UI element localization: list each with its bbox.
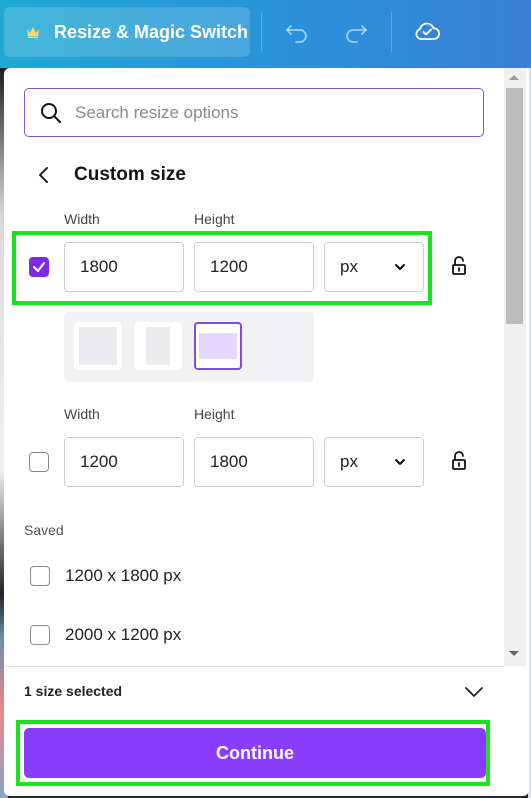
saved-item-checkbox[interactable] <box>30 566 50 586</box>
landscape-shape <box>199 333 237 359</box>
height-label: Height <box>194 406 235 422</box>
saved-section-label: Saved <box>24 522 64 538</box>
unit-value-2: px <box>340 452 358 471</box>
chevron-down-icon[interactable] <box>462 680 486 704</box>
footer-divider <box>4 666 504 667</box>
portrait-shape <box>146 327 170 365</box>
resize-magic-switch-button[interactable]: Resize & Magic Switch <box>4 7 250 57</box>
unit-select-1[interactable]: px <box>324 242 424 292</box>
search-box[interactable] <box>24 88 484 137</box>
search-input[interactable] <box>75 102 455 123</box>
width-label: Width <box>64 211 100 227</box>
orientation-landscape[interactable] <box>194 322 242 370</box>
height-field-1[interactable] <box>194 242 314 292</box>
saved-item-label: 1200 x 1800 px <box>65 566 182 585</box>
cloud-saved-icon[interactable] <box>413 17 441 45</box>
undo-icon[interactable] <box>283 18 311 46</box>
scroll-up-arrow-icon[interactable] <box>509 75 519 80</box>
scrollbar-thumb[interactable] <box>506 88 523 324</box>
unlock-icon[interactable] <box>450 256 468 276</box>
saved-item-label: 2000 x 1200 px <box>65 625 182 644</box>
unit-value-1: px <box>340 257 358 276</box>
editor-topbar: Resize & Magic Switch <box>0 0 531 68</box>
orientation-portrait[interactable] <box>134 322 182 370</box>
size-row-2-checkbox[interactable] <box>29 452 49 472</box>
resize-button-label: Resize & Magic Switch <box>54 21 249 42</box>
height-label: Height <box>194 211 235 227</box>
orientation-group <box>64 312 314 382</box>
height-field-2[interactable] <box>194 437 314 487</box>
chevron-left-icon[interactable] <box>34 165 54 185</box>
width-input-2[interactable] <box>80 452 160 472</box>
unlock-icon[interactable] <box>450 451 468 471</box>
width-label: Width <box>64 406 100 422</box>
saved-item[interactable]: 1200 x 1800 px <box>30 566 181 586</box>
scroll-down-arrow-icon[interactable] <box>509 651 519 656</box>
square-shape <box>79 327 117 365</box>
width-input-1[interactable] <box>80 257 160 277</box>
orientation-square[interactable] <box>74 322 122 370</box>
custom-size-title: Custom size <box>74 164 186 185</box>
toolbar-divider <box>391 12 392 52</box>
crown-icon <box>27 27 39 38</box>
selection-count: 1 size selected <box>24 683 123 699</box>
chevron-down-icon <box>395 459 405 465</box>
chevron-down-icon <box>395 264 405 270</box>
custom-size-header: Custom size <box>34 164 186 186</box>
scrollbar[interactable] <box>504 68 526 666</box>
width-field-2[interactable] <box>64 437 184 487</box>
size-row-1-checkbox[interactable] <box>29 257 49 277</box>
height-input-1[interactable] <box>210 257 290 277</box>
check-icon <box>33 262 45 272</box>
saved-item-checkbox[interactable] <box>30 625 50 645</box>
toolbar-divider <box>261 12 262 52</box>
height-input-2[interactable] <box>210 452 290 472</box>
search-icon <box>41 102 61 123</box>
unit-select-2[interactable]: px <box>324 437 424 487</box>
width-field-1[interactable] <box>64 242 184 292</box>
saved-item[interactable]: 2000 x 1200 px <box>30 625 181 645</box>
continue-button[interactable]: Continue <box>24 728 486 778</box>
resize-panel: Custom size Width Height px Width Height <box>4 68 529 796</box>
redo-icon[interactable] <box>342 18 370 46</box>
